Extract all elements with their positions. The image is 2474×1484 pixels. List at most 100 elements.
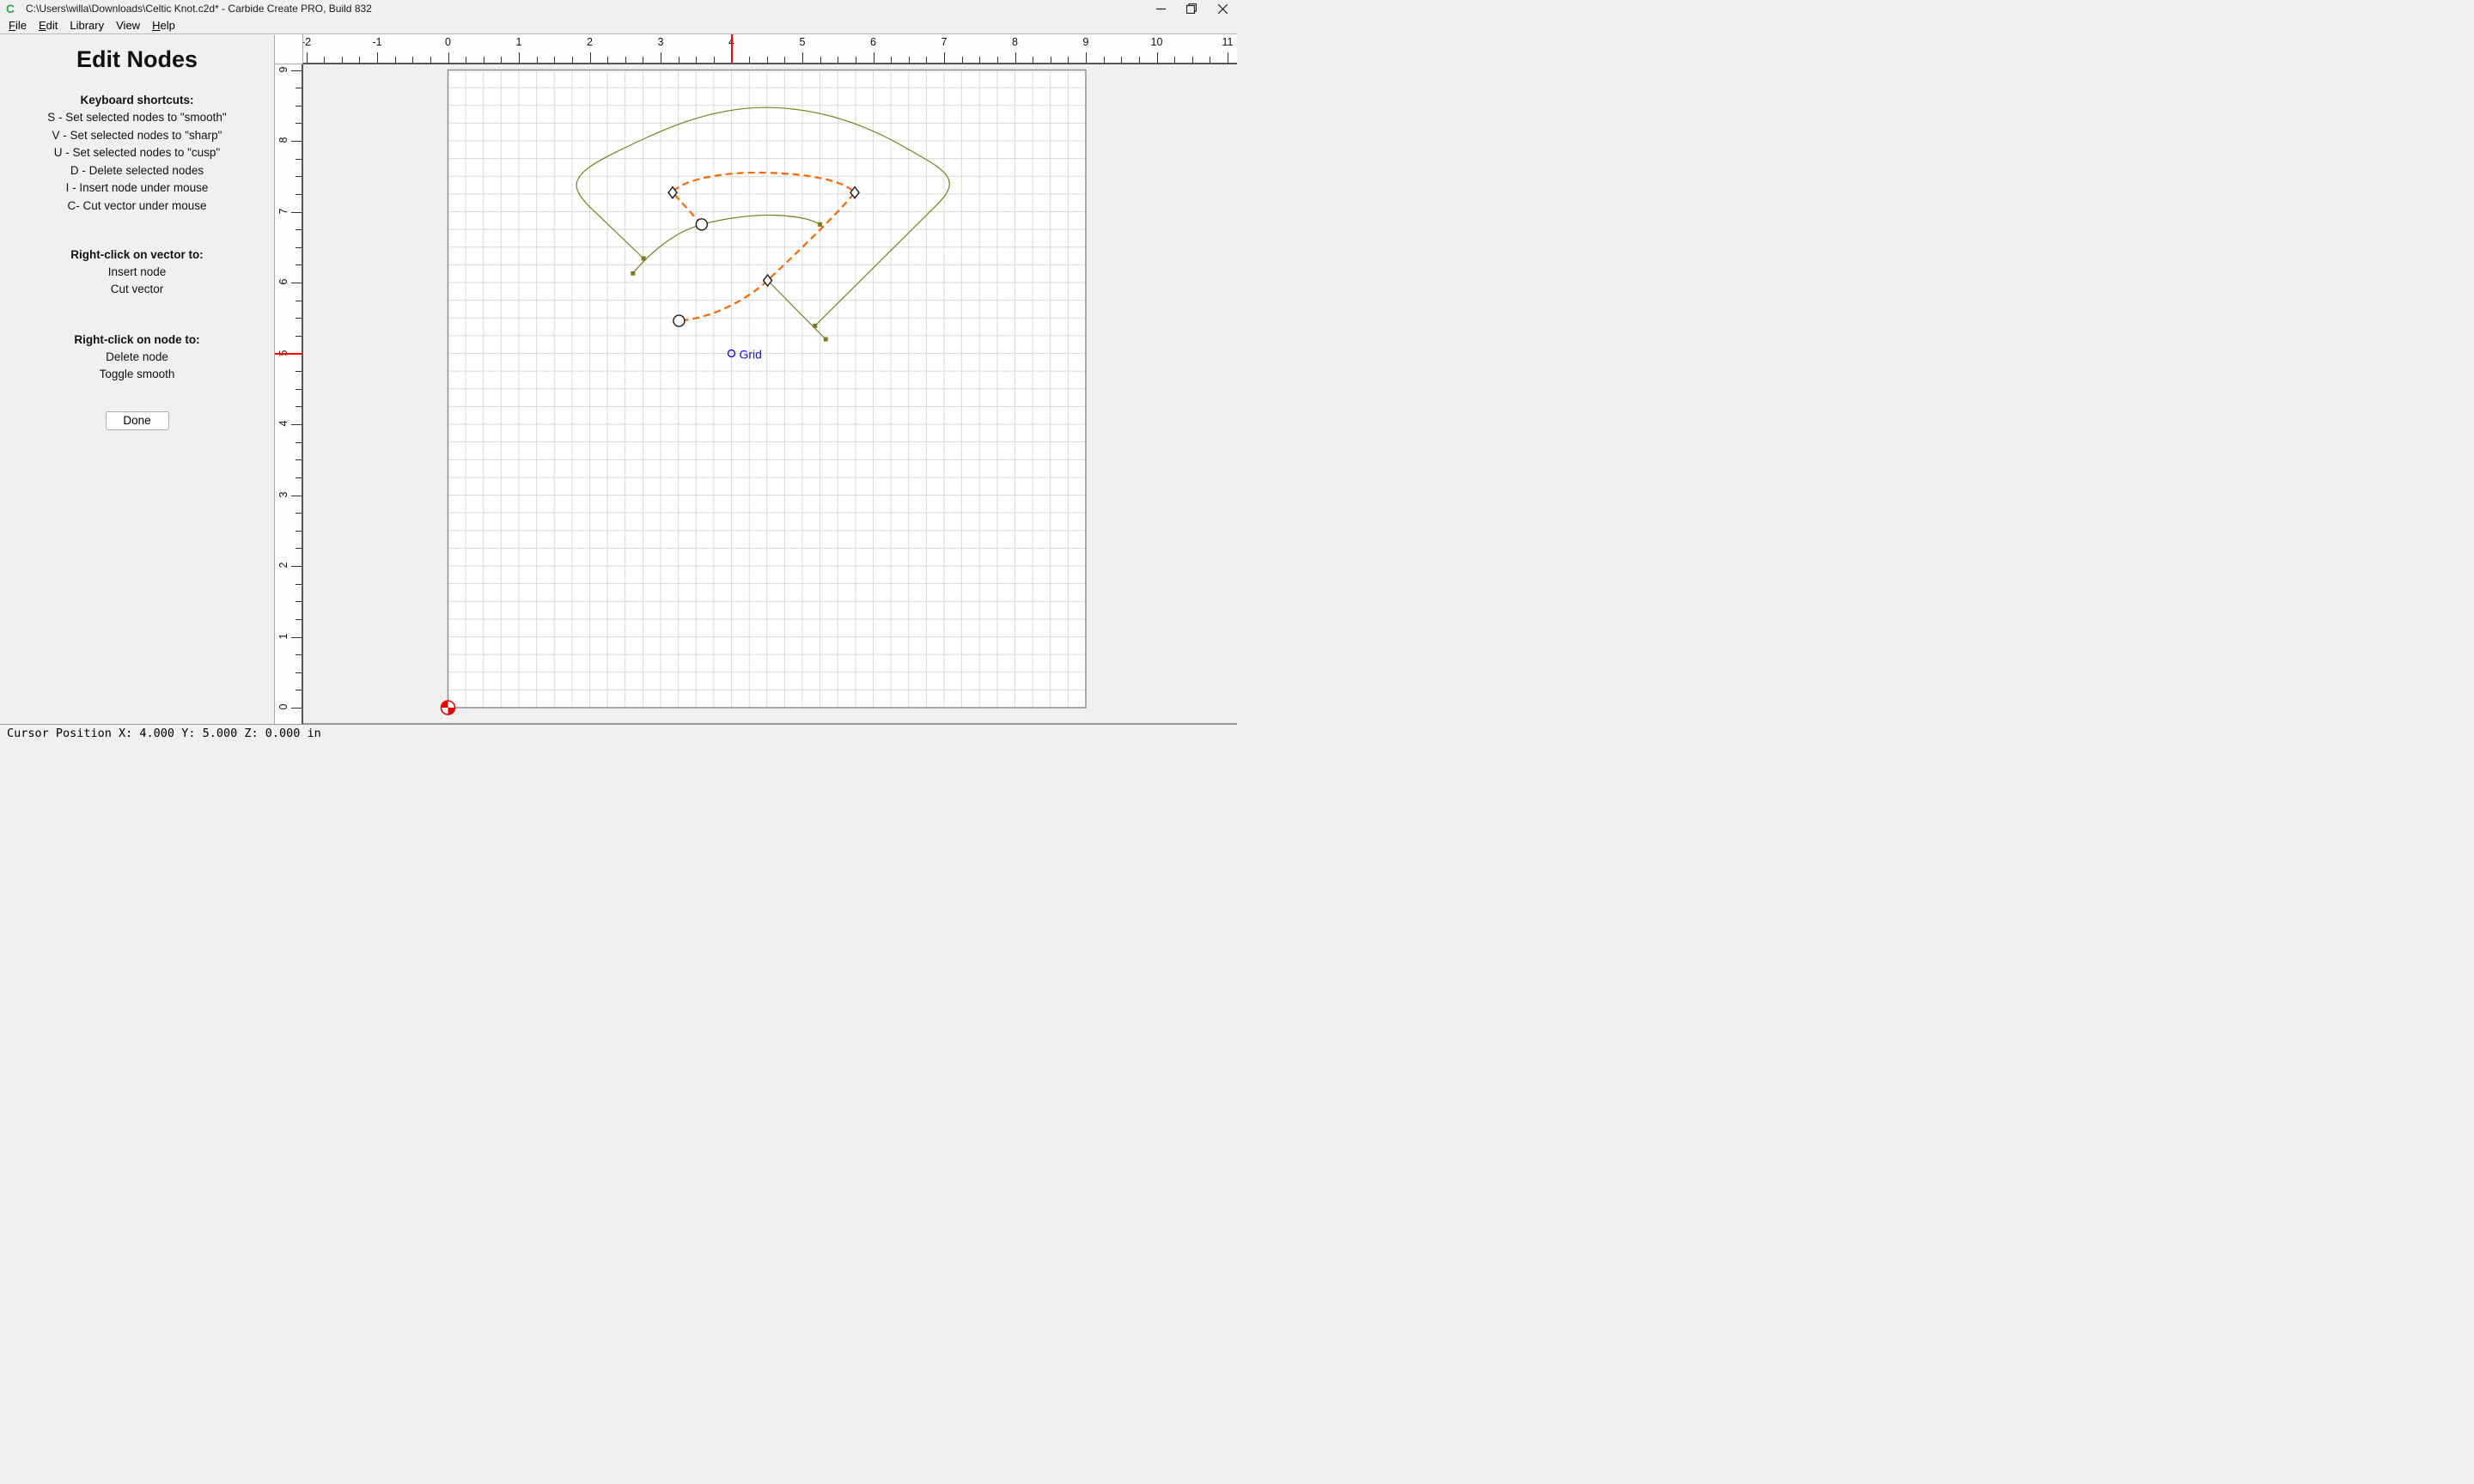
h-ruler-tick — [324, 57, 325, 63]
shortcut-line: C- Cut vector under mouse — [0, 198, 274, 216]
v-ruler-tick — [296, 459, 302, 460]
v-ruler-tick — [296, 584, 302, 585]
cursor-line-x — [731, 34, 733, 63]
v-ruler-tick — [291, 566, 302, 567]
menu-item-edit[interactable]: Edit — [33, 19, 64, 32]
menu-item-view[interactable]: View — [110, 19, 146, 32]
h-ruler-tick — [944, 52, 945, 63]
close-button[interactable] — [1206, 0, 1239, 17]
v-ruler-tick — [296, 123, 302, 124]
v-ruler-tick — [296, 548, 302, 549]
v-ruler-tick — [296, 371, 302, 372]
rightclick-node-line: Delete node — [0, 349, 274, 367]
h-ruler-label: 5 — [800, 36, 806, 48]
h-ruler-tick — [997, 57, 998, 63]
menu-accel: E — [39, 19, 46, 32]
minimize-icon — [1156, 4, 1166, 14]
v-ruler-tick — [296, 229, 302, 230]
v-ruler-tick — [296, 672, 302, 673]
v-ruler-tick — [291, 212, 302, 213]
rightclick-vector-line: Cut vector — [0, 281, 274, 299]
endpoint-marker — [818, 222, 822, 227]
h-ruler-tick — [784, 57, 785, 63]
menu-bar: File Edit Library View Help — [0, 17, 1237, 34]
h-ruler-label: 1 — [516, 36, 522, 48]
h-ruler-tick — [537, 57, 538, 63]
v-ruler: 0123456789 — [275, 64, 303, 724]
done-button[interactable]: Done — [106, 411, 169, 430]
node-circle[interactable] — [673, 315, 685, 326]
h-ruler-tick — [926, 57, 927, 63]
shortcut-line: S - Set selected nodes to "smooth" — [0, 109, 274, 127]
v-ruler-tick — [296, 513, 302, 514]
v-ruler-tick — [296, 406, 302, 407]
h-ruler-tick — [395, 57, 396, 63]
design-canvas[interactable]: Grid — [303, 64, 1237, 724]
shortcut-line: I - Insert node under mouse — [0, 179, 274, 198]
app-icon: C — [6, 3, 18, 15]
h-ruler-tick — [377, 52, 378, 63]
h-ruler-tick — [696, 57, 697, 63]
ruler-corner — [275, 34, 303, 64]
restore-button[interactable] — [1175, 0, 1208, 17]
h-ruler-label: 0 — [445, 36, 451, 48]
h-ruler-tick — [1015, 52, 1016, 63]
v-ruler-label: 1 — [277, 629, 289, 643]
h-ruler-label: 11 — [1222, 36, 1234, 48]
h-ruler-tick — [1139, 57, 1140, 63]
v-ruler-tick — [296, 619, 302, 620]
h-ruler-tick — [590, 52, 591, 63]
v-ruler-tick — [296, 176, 302, 177]
h-ruler-tick — [714, 57, 715, 63]
v-ruler-tick — [296, 336, 302, 337]
rightclick-vector-line: Insert node — [0, 264, 274, 282]
minimize-button[interactable] — [1144, 0, 1177, 17]
h-ruler-tick — [430, 57, 431, 63]
v-ruler-tick — [296, 601, 302, 602]
h-ruler-tick — [607, 57, 608, 63]
cursor-line-y — [275, 353, 302, 355]
h-ruler-tick — [359, 57, 360, 63]
h-ruler-tick — [1104, 57, 1105, 63]
restore-icon — [1186, 3, 1197, 14]
rightclick-node-line: Toggle smooth — [0, 366, 274, 384]
v-ruler-tick — [296, 531, 302, 532]
h-ruler-tick — [1157, 52, 1158, 63]
h-ruler-tick — [448, 52, 449, 63]
keyboard-shortcuts-heading: Keyboard shortcuts: — [0, 92, 274, 109]
h-ruler: -2-101234567891011 — [303, 34, 1237, 64]
h-ruler-label: 2 — [587, 36, 593, 48]
h-ruler-tick — [1192, 57, 1193, 63]
menu-label: Library — [70, 19, 104, 32]
grid-snap-label: Grid — [740, 348, 762, 362]
h-ruler-tick — [501, 57, 502, 63]
menu-label: elp — [160, 19, 174, 32]
h-ruler-tick — [909, 57, 910, 63]
v-ruler-label: 7 — [277, 204, 289, 218]
menu-item-library[interactable]: Library — [64, 19, 110, 32]
menu-item-file[interactable]: File — [3, 19, 33, 32]
v-ruler-tick — [296, 194, 302, 195]
h-ruler-tick — [342, 57, 343, 63]
h-ruler-tick — [979, 57, 980, 63]
node-circle[interactable] — [696, 219, 707, 230]
h-ruler-tick — [891, 57, 892, 63]
v-ruler-tick — [296, 318, 302, 319]
endpoint-marker — [813, 324, 817, 328]
endpoint-marker — [642, 256, 646, 260]
h-ruler-tick — [1121, 57, 1122, 63]
h-ruler-tick — [307, 52, 308, 63]
close-icon — [1218, 4, 1228, 14]
h-ruler-label: 7 — [941, 36, 948, 48]
menu-label: View — [116, 19, 140, 32]
v-ruler-tick — [291, 424, 302, 425]
v-ruler-label: 0 — [277, 700, 289, 714]
v-ruler-label: 4 — [277, 417, 289, 430]
vector-svg: Grid — [303, 64, 1237, 724]
v-ruler-tick — [291, 141, 302, 142]
v-ruler-tick — [291, 637, 302, 638]
v-ruler-label: 3 — [277, 488, 289, 502]
shortcut-line: U - Set selected nodes to "cusp" — [0, 144, 274, 162]
h-ruler-tick — [767, 57, 768, 63]
menu-item-help[interactable]: Help — [146, 19, 181, 32]
